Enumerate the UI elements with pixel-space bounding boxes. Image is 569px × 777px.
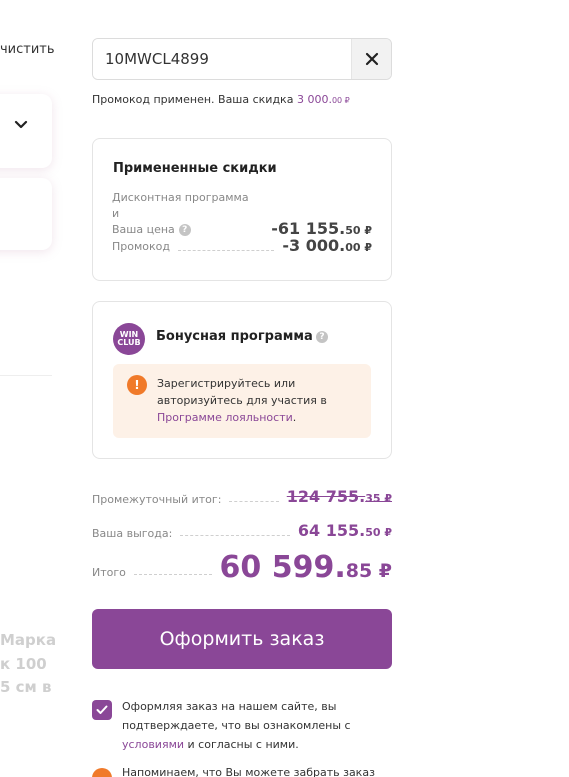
product-text: 5 см в: [0, 678, 52, 696]
question-icon[interactable]: ?: [316, 331, 328, 343]
checkmark-icon: [96, 705, 108, 714]
dotted-leader: [180, 535, 290, 536]
dotted-leader: [178, 250, 275, 251]
subtotal-row: Промежуточный итог: 124 755.35 ₽: [92, 487, 392, 506]
discount-label: Промокод: [112, 240, 170, 253]
discount-row: Дисконтная программа и Ваша цена? -61 15…: [112, 190, 372, 238]
discount-label-line: Дисконтная программа и: [112, 191, 249, 220]
clear-cart-link[interactable]: чистить: [0, 42, 55, 57]
left-card: [0, 178, 52, 250]
clear-promo-button[interactable]: [351, 39, 391, 79]
total-value: 60 599.85 ₽: [219, 550, 393, 585]
promo-code-field: [92, 38, 392, 80]
loyalty-notice-text: Зарегистрируйтесь или авторизуйтесь для …: [157, 377, 327, 424]
total-row: Итого 60 599.85 ₽: [92, 550, 392, 585]
product-text: Марка: [0, 631, 57, 649]
subtotal-value: 124 755.35 ₽: [286, 487, 392, 506]
place-order-button[interactable]: Оформить заказ: [92, 609, 392, 669]
close-icon: [365, 52, 378, 66]
total-label: Итого: [92, 566, 126, 579]
question-icon[interactable]: ?: [178, 224, 191, 236]
discount-label: Дисконтная программа и Ваша цена?: [112, 190, 255, 238]
promo-message-text: Промокод применен. Ваша скидка: [92, 93, 294, 106]
benefit-value: 64 155.50 ₽: [297, 521, 392, 540]
warning-icon: !: [127, 375, 147, 395]
subtotal-label: Промежуточный итог:: [92, 493, 222, 506]
promo-discount-kop: 00 ₽: [331, 96, 350, 105]
discount-label-line: Ваша цена: [112, 223, 175, 236]
applied-discounts-title: Примененные скидки: [113, 161, 277, 176]
loyalty-notice: ! Зарегистрируйтесь или авторизуйтесь дл…: [113, 364, 371, 438]
discount-value: -3 000.00 ₽: [282, 236, 372, 255]
promo-code-input[interactable]: [93, 39, 351, 79]
benefit-row: Ваша выгода: 64 155.50 ₽: [92, 521, 392, 540]
warning-icon: [92, 768, 112, 777]
dotted-leader: [229, 501, 279, 502]
promo-applied-message: Промокод применен. Ваша скидка 3 000.00 …: [92, 93, 350, 106]
winclub-logo: WIN CLUB: [113, 323, 145, 355]
discount-row: Промокод -3 000.00 ₽: [112, 236, 372, 255]
chevron-down-icon[interactable]: [14, 118, 28, 132]
pickup-reminder-text: Напоминаем, что Вы можете забрать заказ: [122, 766, 375, 777]
bonus-program-card: WIN CLUB Бонусная программа ? ! Зарегистр…: [92, 301, 392, 459]
terms-link[interactable]: условиями: [122, 738, 184, 751]
product-text: к 100: [0, 655, 47, 673]
agreement-checkbox[interactable]: [92, 700, 112, 720]
benefit-label: Ваша выгода:: [92, 527, 173, 540]
bonus-program-title: Бонусная программа: [156, 329, 313, 344]
divider: [0, 375, 52, 376]
dotted-leader: [133, 574, 212, 575]
loyalty-program-link[interactable]: Программе лояльности: [157, 411, 293, 424]
agreement-text: Оформляя заказ на нашем сайте, вы подтве…: [122, 700, 351, 751]
promo-discount-amount: 3 000.: [296, 93, 332, 106]
